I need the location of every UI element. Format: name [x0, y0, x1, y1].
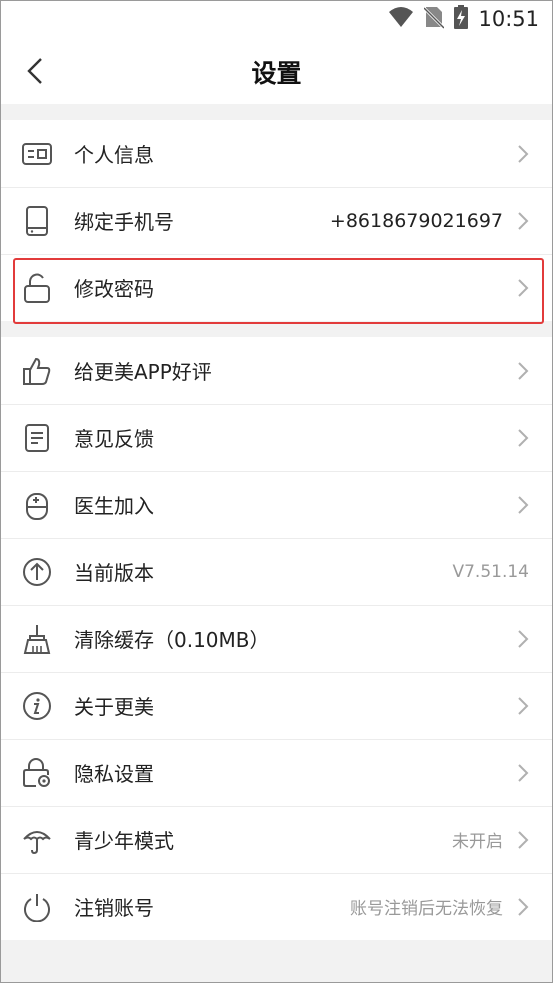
row-doctor-join[interactable]: 医生加入 [0, 471, 553, 538]
row-youth-mode[interactable]: 青少年模式 未开启 [0, 806, 553, 873]
row-feedback[interactable]: 意见反馈 [0, 404, 553, 471]
umbrella-icon [22, 825, 52, 855]
row-label: 修改密码 [74, 277, 154, 301]
lock-settings-icon [22, 757, 52, 788]
row-label: 意见反馈 [74, 427, 154, 451]
youth-mode-status: 未开启 [452, 832, 503, 852]
status-bar: 10:51 [0, 0, 553, 38]
row-cancel-account[interactable]: 注销账号 账号注销后无法恢复 [0, 873, 553, 940]
general-settings-group: 给更美APP好评 意见反馈 医生加入 当前版本 V7.51.14 清除缓存（0.… [0, 337, 553, 940]
chevron-right-icon [517, 495, 529, 515]
chevron-right-icon [517, 897, 529, 917]
chevron-right-icon [517, 830, 529, 850]
cancel-account-hint: 账号注销后无法恢复 [350, 899, 503, 919]
medical-kit-icon [22, 490, 52, 520]
unlock-icon [22, 273, 52, 303]
info-icon [22, 691, 52, 721]
upload-circle-icon [22, 557, 52, 587]
battery-charging-icon [454, 5, 469, 33]
row-about[interactable]: 关于更美 [0, 672, 553, 739]
row-bind-phone[interactable]: 绑定手机号 +8618679021697 [0, 187, 553, 254]
status-icons: 10:51 [388, 5, 539, 33]
thumbs-up-icon [22, 356, 52, 386]
row-rate-app[interactable]: 给更美APP好评 [0, 337, 553, 404]
row-change-password[interactable]: 修改密码 [0, 254, 553, 321]
chevron-right-icon [517, 629, 529, 649]
section-gap [0, 321, 553, 337]
row-label: 个人信息 [74, 143, 154, 167]
chevron-right-icon [517, 763, 529, 783]
chevron-right-icon [517, 211, 529, 231]
row-privacy[interactable]: 隐私设置 [0, 739, 553, 806]
wifi-icon [388, 6, 414, 32]
document-icon [22, 423, 52, 453]
phone-icon [22, 205, 52, 236]
row-label: 关于更美 [74, 695, 154, 719]
row-label: 注销账号 [74, 896, 154, 920]
row-label: 给更美APP好评 [74, 360, 212, 384]
row-label: 青少年模式 [74, 829, 174, 853]
phone-number-value: +8618679021697 [329, 209, 503, 232]
row-personal-info[interactable]: 个人信息 [0, 120, 553, 187]
row-label: 当前版本 [74, 561, 154, 585]
broom-icon [22, 624, 52, 654]
chevron-right-icon [517, 144, 529, 164]
chevron-right-icon [517, 696, 529, 716]
chevron-right-icon [517, 428, 529, 448]
row-clear-cache[interactable]: 清除缓存（0.10MB） [0, 605, 553, 672]
chevron-right-icon [517, 361, 529, 381]
row-label: 绑定手机号 [74, 210, 174, 234]
section-gap [0, 104, 553, 120]
page-title: 设置 [251, 59, 302, 88]
row-label: 隐私设置 [74, 762, 154, 786]
account-settings-group: 个人信息 绑定手机号 +8618679021697 修改密码 [0, 120, 553, 321]
power-icon [22, 892, 52, 922]
app-header: 设置 [0, 38, 553, 104]
row-label: 清除缓存（0.10MB） [74, 628, 270, 652]
status-time: 10:51 [478, 7, 539, 31]
row-current-version[interactable]: 当前版本 V7.51.14 [0, 538, 553, 605]
no-sim-icon [423, 5, 446, 33]
version-value: V7.51.14 [452, 561, 529, 582]
row-label: 医生加入 [74, 494, 154, 518]
id-card-icon [22, 139, 52, 169]
chevron-right-icon [517, 278, 529, 298]
